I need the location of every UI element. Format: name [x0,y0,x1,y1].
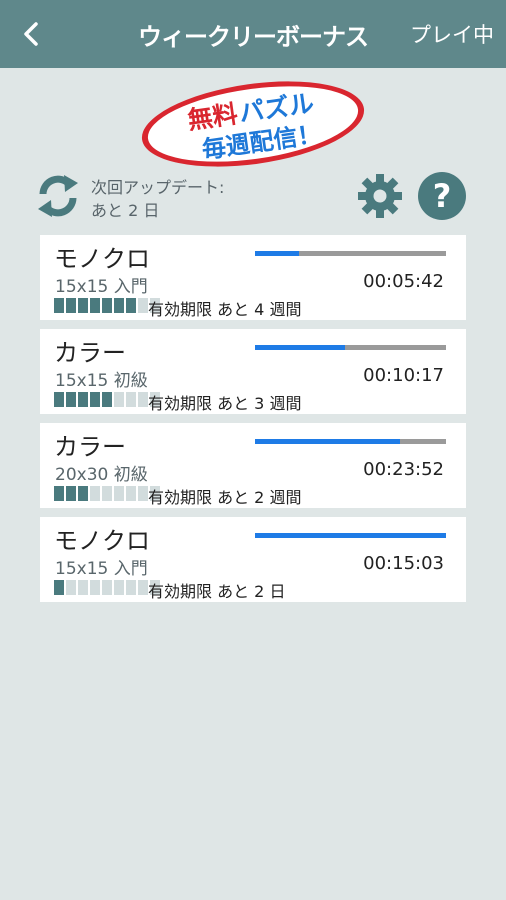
progress-fill [255,251,299,256]
progress-fill [255,533,446,538]
next-update-title: 次回アップデート: [91,178,225,197]
play-time: 00:10:17 [363,365,444,386]
puzzle-card[interactable]: モノクロ 15x15 入門 00:05:42 有効期限 あと 4 週間 [40,235,466,320]
free-puzzle-banner: 無料 パズル 毎週配信！ [141,81,365,167]
week-segment [114,580,124,595]
week-segment [138,486,148,501]
progress-bar [255,533,446,538]
week-segment [102,298,112,313]
playing-button[interactable]: プレイ中 [410,19,494,49]
week-segment [114,392,124,407]
week-segment [126,298,136,313]
puzzle-level: 15x15 初級 [55,371,148,391]
week-segment [90,486,100,501]
week-segment [66,298,76,313]
progress-bar [255,439,446,444]
week-segment [126,392,136,407]
week-segment [138,298,148,313]
app-bar: ウィークリーボーナス プレイ中 [0,0,506,68]
expiry-text: 有効期限 あと 2 日 [148,582,286,601]
progress-bar [255,345,446,350]
week-segment [54,486,64,501]
gear-icon[interactable] [356,172,404,220]
week-segment [54,392,64,407]
puzzle-title: カラー [54,433,126,461]
expiry-text: 有効期限 あと 2 週間 [148,488,302,507]
weeks-remaining-meter [54,392,160,407]
play-time: 00:15:03 [363,553,444,574]
puzzle-title: カラー [54,339,126,367]
puzzle-title: モノクロ [54,245,150,273]
week-segment [138,392,148,407]
progress-bar [255,251,446,256]
week-segment [66,486,76,501]
week-segment [102,392,112,407]
week-segment [54,580,64,595]
puzzle-level: 15x15 入門 [55,559,148,579]
weeks-remaining-meter [54,486,160,501]
week-segment [66,392,76,407]
week-segment [78,298,88,313]
update-row: 次回アップデート: あと 2 日 ? [34,172,474,222]
play-time: 00:05:42 [363,271,444,292]
week-segment [126,486,136,501]
weeks-remaining-meter [54,580,160,595]
play-time: 00:23:52 [363,459,444,480]
week-segment [90,298,100,313]
next-update-days: あと 2 日 [91,201,160,220]
puzzle-level: 20x30 初級 [55,465,148,485]
puzzle-card[interactable]: カラー 15x15 初級 00:10:17 有効期限 あと 3 週間 [40,329,466,414]
svg-text:?: ? [433,177,452,215]
help-icon[interactable]: ? [418,172,466,220]
week-segment [78,486,88,501]
week-segment [138,580,148,595]
puzzle-level: 15x15 入門 [55,277,148,297]
week-segment [114,298,124,313]
puzzle-card[interactable]: カラー 20x30 初級 00:23:52 有効期限 あと 2 週間 [40,423,466,508]
week-segment [90,392,100,407]
week-segment [78,392,88,407]
expiry-text: 有効期限 あと 4 週間 [148,300,302,319]
next-update-label: 次回アップデート: あと 2 日 [91,176,224,222]
puzzle-card[interactable]: モノクロ 15x15 入門 00:15:03 有効期限 あと 2 日 [40,517,466,602]
week-segment [102,486,112,501]
week-segment [78,580,88,595]
week-segment [126,580,136,595]
expiry-text: 有効期限 あと 3 週間 [148,394,302,413]
weeks-remaining-meter [54,298,160,313]
week-segment [102,580,112,595]
progress-fill [255,439,401,444]
progress-fill [255,345,345,350]
week-segment [90,580,100,595]
puzzle-title: モノクロ [54,527,150,555]
week-segment [54,298,64,313]
week-segment [114,486,124,501]
week-segment [66,580,76,595]
refresh-icon[interactable] [34,172,82,220]
